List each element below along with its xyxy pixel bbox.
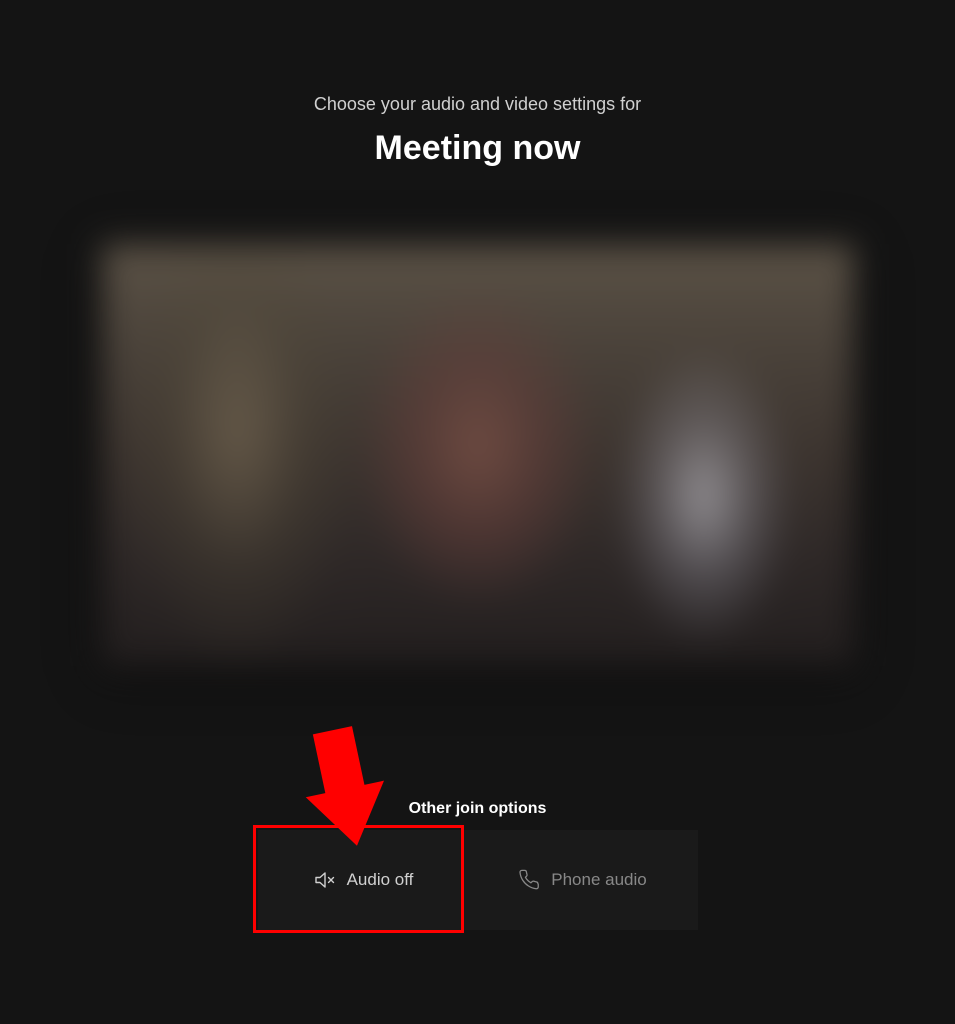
settings-subtitle: Choose your audio and video settings for bbox=[0, 94, 955, 115]
phone-audio-button[interactable]: Phone audio bbox=[468, 830, 698, 930]
join-option-buttons: Audio off Phone audio bbox=[258, 830, 698, 930]
speaker-muted-icon bbox=[313, 868, 337, 892]
audio-off-button[interactable]: Audio off bbox=[258, 830, 468, 930]
other-join-options-label: Other join options bbox=[409, 800, 547, 818]
video-preview[interactable] bbox=[102, 244, 854, 666]
audio-off-label: Audio off bbox=[347, 870, 414, 890]
meeting-title: Meeting now bbox=[0, 129, 955, 168]
pre-join-header: Choose your audio and video settings for… bbox=[0, 0, 955, 168]
phone-audio-label: Phone audio bbox=[551, 870, 646, 890]
phone-icon bbox=[519, 869, 541, 891]
